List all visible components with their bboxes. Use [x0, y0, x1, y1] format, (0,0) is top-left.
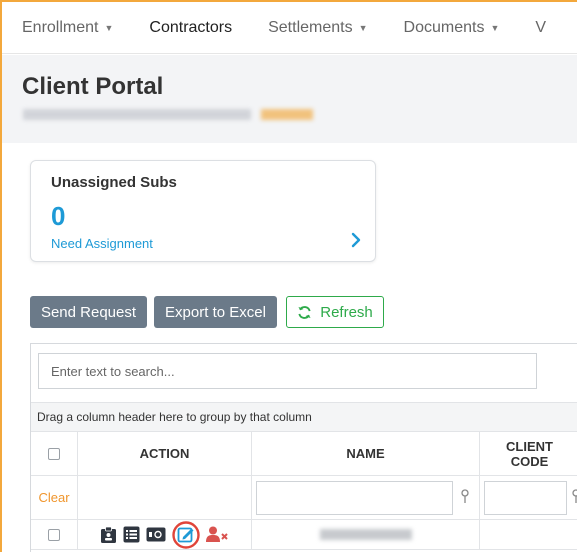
contractors-grid: Drag a column header here to group by th…	[30, 343, 577, 552]
remove-user-icon[interactable]	[205, 526, 230, 543]
redacted-name	[319, 529, 412, 540]
unassigned-subs-card[interactable]: Unassigned Subs 0 Need Assignment	[30, 160, 376, 262]
id-card-icon[interactable]	[146, 527, 166, 542]
nav-item-label: V	[535, 18, 547, 36]
caret-down-icon: ▼	[104, 22, 114, 33]
list-icon[interactable]	[123, 526, 140, 543]
grid-header-row: ACTION NAME CLIENT CODE	[31, 432, 577, 476]
name-filter-cell	[252, 476, 480, 519]
clear-filters-link[interactable]: Clear	[38, 490, 69, 505]
clear-filter-cell: Clear	[31, 476, 78, 519]
name-filter-input[interactable]	[256, 481, 453, 515]
nav-item-truncated[interactable]: V	[535, 19, 546, 37]
nav-item-contractors[interactable]: Contractors	[149, 19, 232, 37]
need-assignment-link[interactable]: Need Assignment	[51, 236, 153, 251]
grid-filter-row: Clear	[31, 476, 577, 520]
client-code-filter-cell	[480, 476, 577, 519]
top-navigation: Enrollment ▼ Contractors Settlements ▼ D…	[2, 2, 577, 54]
nav-item-label: Contractors	[149, 18, 233, 36]
redacted-subtitle	[23, 109, 313, 120]
page-title: Client Portal	[22, 73, 164, 100]
nav-item-label: Documents	[403, 18, 485, 36]
row-actions-cell	[78, 520, 252, 549]
select-all-checkbox[interactable]	[48, 447, 60, 460]
unassigned-count: 0	[51, 201, 66, 231]
column-header-label: CLIENT	[506, 438, 553, 454]
nav-item-documents[interactable]: Documents ▼	[404, 19, 500, 37]
filter-pin-icon[interactable]	[460, 489, 470, 505]
row-name-cell	[252, 520, 480, 549]
column-header-client-code[interactable]: CLIENT CODE	[480, 432, 577, 475]
action-filter-cell	[78, 476, 252, 519]
filter-pin-icon[interactable]	[571, 489, 577, 505]
row-select-checkbox[interactable]	[48, 528, 60, 541]
client-code-filter-input[interactable]	[484, 481, 567, 515]
caret-down-icon: ▼	[490, 22, 500, 33]
refresh-icon	[298, 305, 311, 319]
portal-frame: Enrollment ▼ Contractors Settlements ▼ D…	[0, 0, 577, 552]
nav-item-label: Settlements	[268, 18, 353, 36]
table-row[interactable]	[31, 520, 577, 550]
column-header-label: CODE	[510, 453, 549, 469]
clipboard-badge-icon[interactable]	[100, 526, 117, 544]
export-to-excel-button[interactable]: Export to Excel	[154, 296, 277, 328]
nav-item-label: Enrollment	[22, 18, 99, 36]
nav-item-settlements[interactable]: Settlements ▼	[268, 19, 367, 37]
row-select-cell	[31, 520, 78, 549]
caret-down-icon: ▼	[358, 22, 368, 33]
group-by-panel[interactable]: Drag a column header here to group by th…	[31, 402, 577, 432]
nav-item-enrollment[interactable]: Enrollment ▼	[22, 19, 113, 37]
page-header: Client Portal	[2, 55, 577, 143]
refresh-label: Refresh	[320, 303, 373, 321]
row-client-code-cell	[480, 520, 577, 549]
column-header-name[interactable]: NAME	[252, 432, 480, 475]
card-title: Unassigned Subs	[51, 174, 177, 191]
select-all-cell	[31, 432, 78, 475]
column-header-action[interactable]: ACTION	[78, 432, 252, 475]
grid-search-input[interactable]	[38, 353, 537, 389]
send-request-button[interactable]: Send Request	[30, 296, 147, 328]
chevron-right-icon[interactable]	[347, 231, 365, 249]
edit-icon[interactable]	[171, 520, 200, 549]
refresh-button[interactable]: Refresh	[286, 296, 384, 328]
